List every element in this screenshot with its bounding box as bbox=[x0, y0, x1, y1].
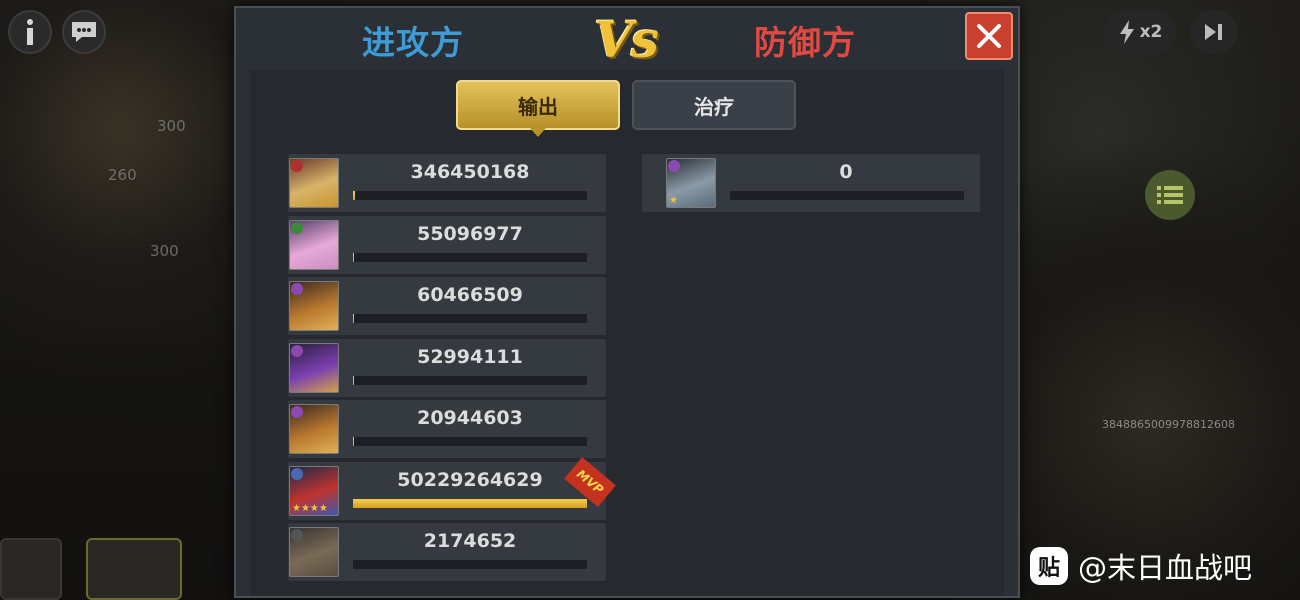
info-icon bbox=[27, 19, 33, 45]
skill-slot[interactable] bbox=[0, 538, 62, 600]
attacker-title: 进攻方 bbox=[362, 23, 464, 62]
hero-gold-armor-avatar[interactable] bbox=[289, 281, 339, 331]
damage-value: 20944603 bbox=[417, 407, 523, 429]
damage-bar bbox=[353, 437, 587, 446]
damage-bar-fill bbox=[353, 376, 355, 385]
skill-slot[interactable] bbox=[86, 538, 182, 600]
tab-heal[interactable]: 治疗 bbox=[632, 80, 796, 130]
damage-bar bbox=[353, 499, 587, 508]
damage-bar bbox=[730, 191, 964, 200]
damage-bar-fill bbox=[353, 499, 587, 508]
hero-red-hat-avatar[interactable]: ★★★★ bbox=[289, 466, 339, 516]
bg-ghost-number: 300 bbox=[150, 242, 179, 260]
damage-value: 60466509 bbox=[417, 284, 523, 306]
damage-bar bbox=[353, 560, 587, 569]
watermark: 贴 @末日血战吧 bbox=[1030, 546, 1252, 586]
damage-bar-fill bbox=[353, 191, 355, 200]
close-button[interactable] bbox=[965, 12, 1013, 60]
damage-bar-fill bbox=[353, 437, 355, 446]
tieba-logo-icon: 贴 bbox=[1030, 547, 1068, 585]
damage-value: 0 bbox=[839, 161, 853, 183]
rank-badge-icon bbox=[291, 345, 303, 357]
damage-bar bbox=[353, 314, 587, 323]
damage-bar-fill bbox=[353, 253, 355, 262]
list-icon bbox=[1157, 186, 1183, 204]
speed-button[interactable]: x2 bbox=[1104, 10, 1176, 54]
hero-pink-hair-avatar[interactable] bbox=[289, 220, 339, 270]
damage-bar bbox=[353, 376, 587, 385]
damage-bar bbox=[353, 191, 587, 200]
rank-badge-icon bbox=[668, 160, 680, 172]
skip-button[interactable] bbox=[1190, 10, 1238, 54]
skip-icon bbox=[1205, 24, 1222, 40]
hero-gold-armor-avatar[interactable] bbox=[289, 404, 339, 454]
vs-label: Vs bbox=[594, 10, 659, 69]
rank-badge-icon bbox=[291, 468, 303, 480]
hero-gold-helmet-avatar[interactable] bbox=[289, 158, 339, 208]
rank-badge-icon bbox=[291, 406, 303, 418]
battle-stats-panel: 进攻方 Vs 防御方 输出 治疗 346450168 55096977 604665… bbox=[234, 6, 1020, 598]
speed-label: x2 bbox=[1139, 22, 1163, 42]
rank-badge-icon bbox=[291, 222, 303, 234]
damage-value: 52994111 bbox=[417, 346, 523, 368]
bg-ghost-number: 300 bbox=[157, 117, 186, 135]
info-button[interactable] bbox=[8, 10, 52, 54]
defender-title: 防御方 bbox=[754, 23, 856, 62]
chat-button[interactable] bbox=[62, 10, 106, 54]
hero-purple-mask-avatar[interactable] bbox=[289, 343, 339, 393]
hero-armored-soldier-avatar[interactable]: ★ bbox=[666, 158, 716, 208]
rank-badge-icon bbox=[291, 529, 303, 541]
chat-icon bbox=[72, 22, 96, 42]
list-button[interactable] bbox=[1145, 170, 1195, 220]
bg-number: 3848865009978812608 bbox=[1102, 418, 1235, 431]
tab-output[interactable]: 输出 bbox=[456, 80, 620, 137]
bg-ghost-number: 260 bbox=[108, 166, 137, 184]
damage-bar-fill bbox=[353, 314, 355, 323]
damage-value: 346450168 bbox=[410, 161, 530, 183]
damage-bar bbox=[353, 253, 587, 262]
damage-value: 2174652 bbox=[423, 530, 517, 552]
star-rating-icon: ★ bbox=[669, 195, 678, 206]
damage-value: 55096977 bbox=[417, 223, 523, 245]
rank-badge-icon bbox=[291, 160, 303, 172]
lightning-icon bbox=[1119, 20, 1134, 44]
watermark-text: @末日血战吧 bbox=[1078, 551, 1253, 585]
rank-badge-icon bbox=[291, 283, 303, 295]
star-rating-icon: ★★★★ bbox=[292, 503, 328, 514]
close-icon bbox=[977, 24, 1001, 48]
damage-value: 50229264629 bbox=[397, 469, 543, 491]
vehicle-tank-avatar[interactable] bbox=[289, 527, 339, 577]
